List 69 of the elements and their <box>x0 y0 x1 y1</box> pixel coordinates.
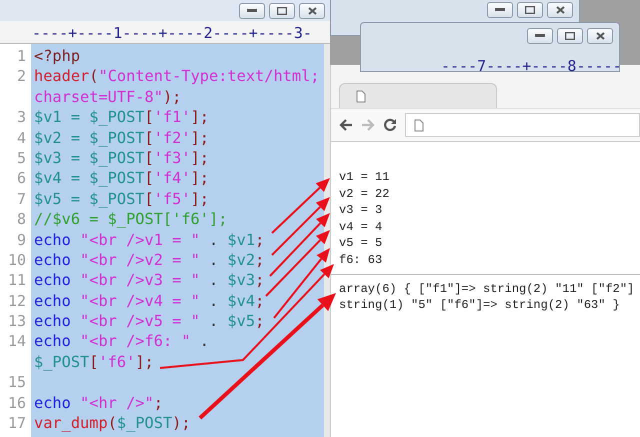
line-number: 10 <box>6 250 27 270</box>
page-icon <box>356 90 366 102</box>
close-icon <box>308 6 316 14</box>
close-button[interactable] <box>587 28 613 44</box>
output-line: v5 = 5 <box>339 235 384 252</box>
code-line: echo "<br />v4 = " . $v4; <box>34 292 264 310</box>
minimize-button[interactable] <box>527 28 553 44</box>
line-number: 4 <box>16 128 27 148</box>
output-line: v2 = 22 <box>339 186 390 202</box>
back-icon[interactable] <box>339 119 353 131</box>
line-number: 11 <box>6 270 27 291</box>
code-line: $v3 = $_POST['f3']; <box>34 148 209 167</box>
line-number: 7 <box>16 188 27 210</box>
close-button[interactable] <box>299 2 325 18</box>
line-number: 9 <box>16 230 27 250</box>
output-line: v1 = 11 <box>339 169 390 186</box>
minimize-icon <box>535 34 545 38</box>
code-line: $v2 = $_POST['f2']; <box>34 128 209 147</box>
ruler-text: ----7----+----8----- <box>441 57 622 75</box>
maximize-icon <box>525 6 535 14</box>
code-line: echo "<br />v3 = " . $v3; <box>34 271 264 290</box>
maximize-icon <box>565 32 575 40</box>
line-number: 2 <box>16 66 27 87</box>
code-line: $v4 = $_POST['f4']; <box>34 169 209 188</box>
maximize-icon <box>277 6 287 14</box>
code-line: echo "<br />f6: " . <box>34 332 209 350</box>
minimize-icon <box>495 8 505 12</box>
line-number: 13 <box>6 311 27 332</box>
code-line: echo "<br />v5 = " . $v5; <box>34 312 264 330</box>
dump-line: string(1) "5" ["f6"]=> string(2) "63" } <box>339 297 621 314</box>
line-number: 3 <box>16 107 27 128</box>
maximize-button[interactable] <box>557 28 583 44</box>
arrow <box>271 197 330 256</box>
ruler-text: ----+----1----+----2----+----3- <box>32 23 312 43</box>
maximize-button[interactable] <box>517 2 543 18</box>
line-number: 15 <box>6 372 27 393</box>
output-line: v3 = 3 <box>339 202 384 219</box>
output-line: v4 = 4 <box>339 218 384 236</box>
output-line: f6: 63 <box>339 252 384 269</box>
code-line: $v5 = $_POST['f5']; <box>34 190 209 208</box>
close-button[interactable] <box>547 2 573 18</box>
code-line: var_dump($_POST); <box>34 414 191 432</box>
arrow <box>271 178 330 234</box>
code-line: echo "<hr />"; <box>34 394 163 412</box>
dump-line: array(6) { ["f1"]=> string(2) "11" ["f2"] <box>339 280 636 298</box>
line-number: 8 <box>16 209 27 230</box>
code-line: header("Content-Type:text/html; <box>34 67 320 86</box>
code-line: //$v6 = $_POST['f6']; <box>34 210 228 228</box>
code-line: $v1 = $_POST['f1']; <box>34 108 209 126</box>
code-line: echo "<br />v2 = " . $v2; <box>34 250 264 269</box>
code-line: echo "<br />v1 = " . $v1; <box>34 230 264 249</box>
code-line: <?php <box>34 47 80 65</box>
minimize-icon <box>247 8 257 12</box>
close-icon <box>596 32 604 40</box>
line-number: 6 <box>16 168 27 189</box>
line-number: 17 <box>6 413 27 434</box>
code-line: $_POST['f6']; <box>34 352 154 371</box>
minimize-button[interactable] <box>487 2 513 18</box>
reload-icon[interactable] <box>383 118 397 132</box>
line-number: 14 <box>6 331 27 352</box>
minimize-button[interactable] <box>239 2 265 18</box>
line-number: 16 <box>6 392 27 414</box>
code-line: charset=UTF-8"); <box>34 88 182 106</box>
page-icon <box>414 118 424 132</box>
line-number: 1 <box>16 46 27 66</box>
line-number: 5 <box>16 148 27 168</box>
line-number: 12 <box>6 290 27 312</box>
close-icon <box>556 6 564 14</box>
maximize-button[interactable] <box>269 2 295 18</box>
